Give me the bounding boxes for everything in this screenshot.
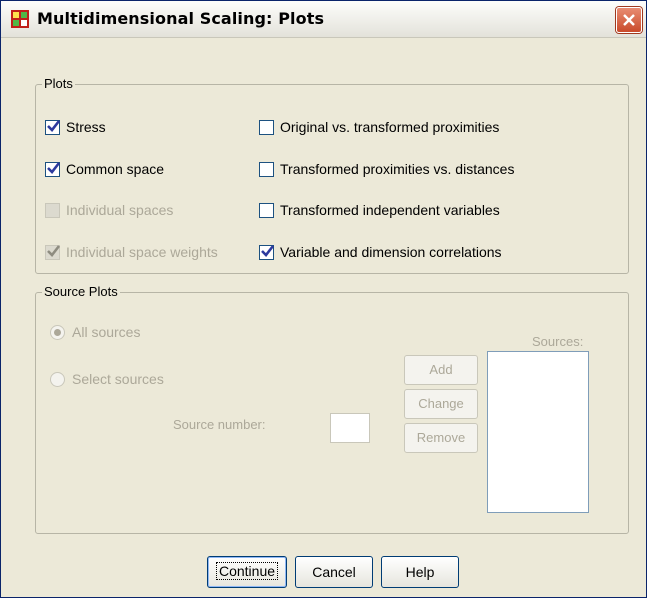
all-sources-radio-button [50, 324, 65, 340]
change-button: Change [404, 389, 478, 419]
stress-label: Stress [66, 119, 106, 135]
stress-checkbox-box[interactable] [45, 119, 61, 135]
plots-group: Plots Stress Common space Individual spa… [35, 76, 629, 274]
transformed-vs-distances-label: Transformed proximities vs. distances [280, 161, 515, 177]
individual-spaces-checkbox-box [45, 202, 60, 218]
source-number-input [330, 413, 370, 443]
common-space-checkbox-box[interactable] [45, 161, 61, 177]
checkmark-icon [261, 244, 275, 257]
variable-dimension-correlations-label: Variable and dimension correlations [280, 244, 502, 260]
source-plots-group: Source Plots All sources Select sources … [35, 284, 629, 534]
add-button: Add [404, 355, 478, 385]
plots-group-label: Plots [42, 76, 75, 91]
select-sources-radio-button [50, 371, 65, 387]
sources-label: Sources: [532, 334, 584, 349]
individual-spaces-checkbox: Individual spaces [45, 201, 173, 219]
spss-grid-icon [11, 10, 29, 28]
select-sources-label: Select sources [72, 371, 164, 387]
sources-listbox [487, 351, 589, 513]
dialog-body: Plots Stress Common space Individual spa… [1, 38, 646, 597]
individual-spaces-label: Individual spaces [66, 202, 174, 218]
checkmark-icon [47, 119, 61, 132]
common-space-checkbox[interactable]: Common space [45, 160, 164, 178]
checkmark-icon [47, 244, 61, 257]
stress-checkbox[interactable]: Stress [45, 118, 106, 136]
transformed-independent-variables-label: Transformed independent variables [280, 202, 500, 218]
original-vs-transformed-checkbox[interactable]: Original vs. transformed proximities [259, 118, 499, 136]
continue-button-label: Continue [215, 562, 279, 580]
title-bar[interactable]: Multidimensional Scaling: Plots [1, 1, 646, 38]
common-space-label: Common space [66, 161, 165, 177]
transformed-independent-variables-checkbox[interactable]: Transformed independent variables [259, 201, 500, 219]
close-button[interactable] [616, 7, 642, 33]
variable-dimension-correlations-checkbox-box[interactable] [259, 244, 275, 260]
remove-button: Remove [404, 423, 478, 453]
select-sources-radio: Select sources [50, 370, 164, 388]
transformed-vs-distances-checkbox[interactable]: Transformed proximities vs. distances [259, 160, 514, 178]
continue-button[interactable]: Continue [207, 556, 287, 588]
help-button[interactable]: Help [381, 556, 459, 588]
original-vs-transformed-checkbox-box[interactable] [259, 119, 274, 135]
cancel-button[interactable]: Cancel [295, 556, 373, 588]
dialog-window: Multidimensional Scaling: Plots Plots St… [0, 0, 647, 598]
variable-dimension-correlations-checkbox[interactable]: Variable and dimension correlations [259, 243, 502, 261]
transformed-vs-distances-checkbox-box[interactable] [259, 161, 274, 177]
source-number-label: Source number: [173, 417, 266, 432]
individual-space-weights-label: Individual space weights [66, 244, 218, 260]
original-vs-transformed-label: Original vs. transformed proximities [280, 119, 500, 135]
individual-space-weights-checkbox: Individual space weights [45, 243, 218, 261]
dialog-title: Multidimensional Scaling: Plots [37, 9, 325, 28]
transformed-independent-variables-checkbox-box[interactable] [259, 202, 274, 218]
source-plots-group-label: Source Plots [42, 284, 120, 299]
all-sources-label: All sources [72, 324, 141, 340]
close-icon [623, 14, 635, 26]
checkmark-icon [47, 161, 61, 174]
individual-space-weights-checkbox-box [45, 244, 61, 260]
all-sources-radio: All sources [50, 323, 140, 341]
